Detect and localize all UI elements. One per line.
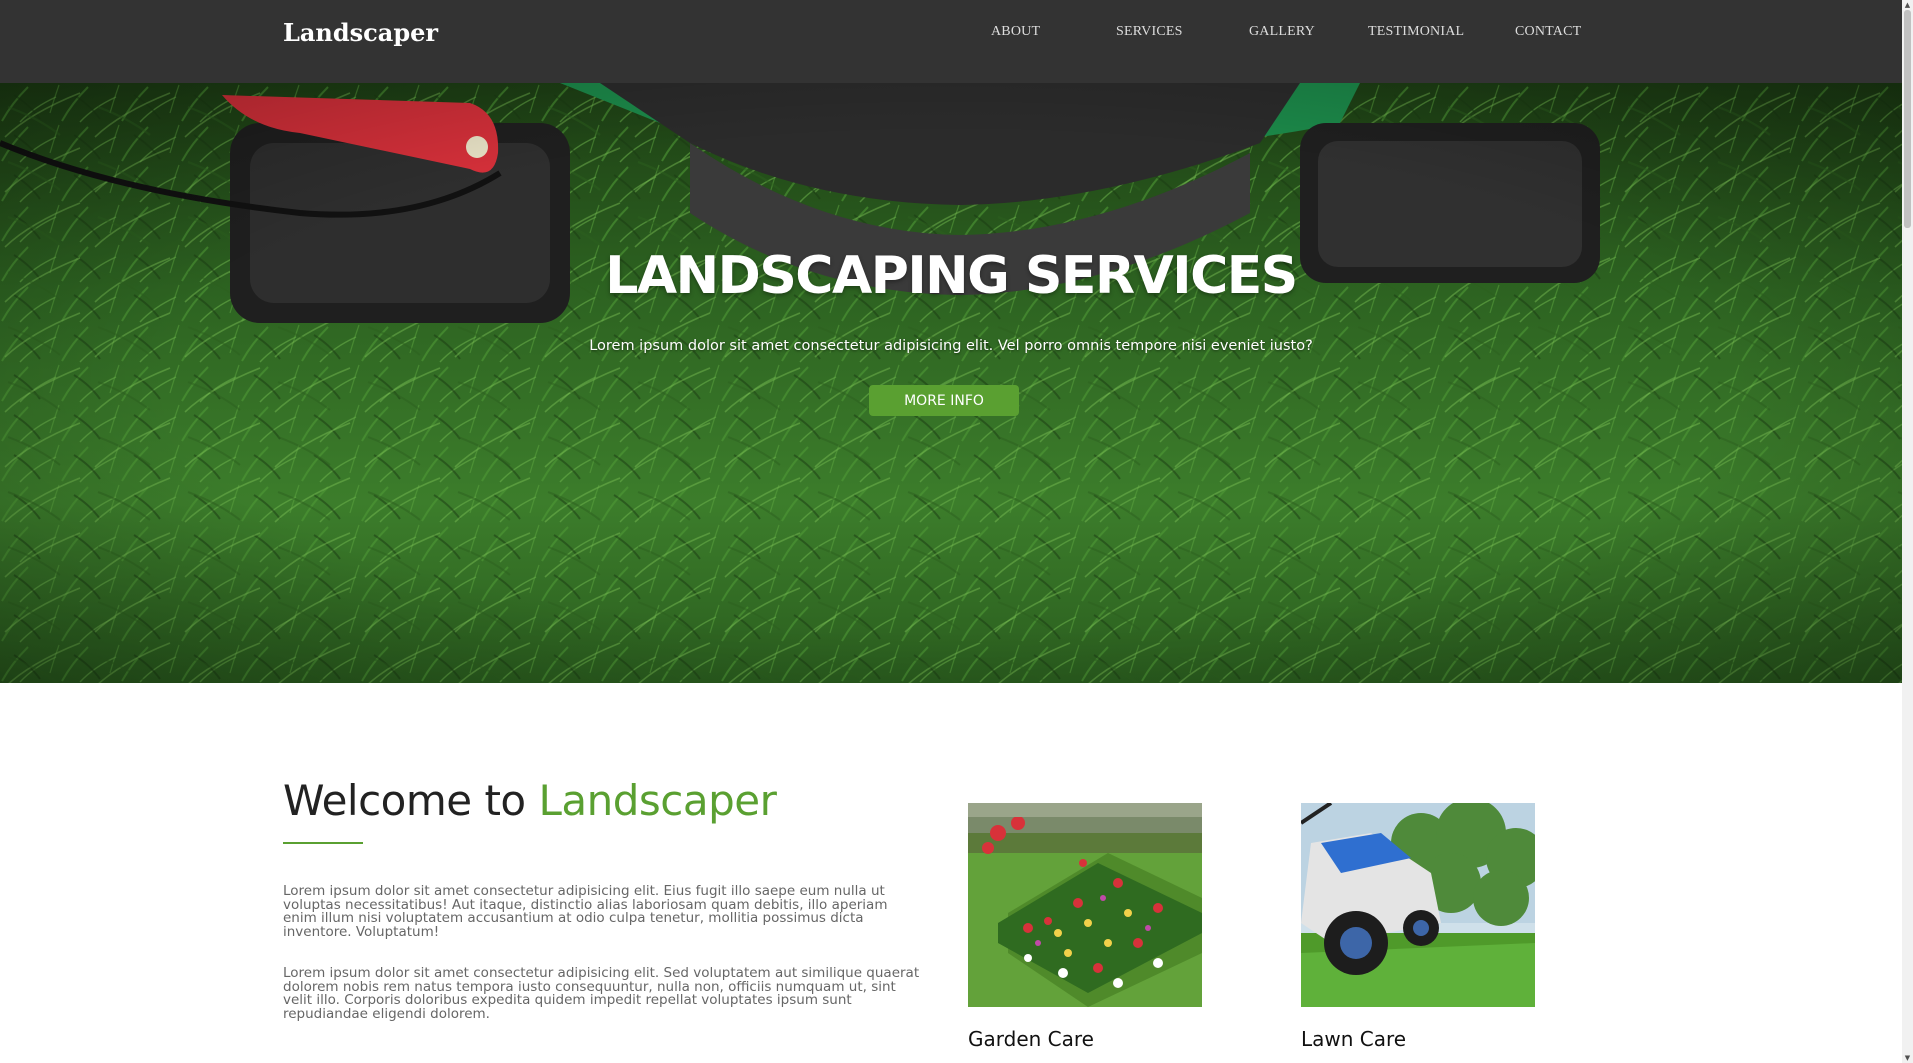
nav-link-contact[interactable]: CONTACT	[1515, 24, 1581, 40]
lawn-care-title[interactable]: Lawn Care	[1301, 1027, 1406, 1051]
page-scrollbar[interactable]: ▲ ▼	[1902, 0, 1913, 1063]
hero-title: LANDSCAPING SERVICES	[605, 246, 1298, 306]
scrollbar-thumb[interactable]	[1904, 10, 1911, 228]
nav-link-testimonial[interactable]: TESTIMONIAL	[1368, 24, 1464, 40]
welcome-heading: Welcome to Landscaper	[283, 776, 777, 825]
welcome-heading-prefix: Welcome to	[283, 776, 526, 825]
more-info-button[interactable]: MORE INFO	[869, 385, 1019, 416]
garden-care-image	[968, 803, 1202, 1007]
hero-lawnmower-grass-image	[0, 83, 1902, 683]
welcome-paragraph-2: Lorem ipsum dolor sit amet consectetur a…	[283, 965, 920, 1022]
hero-subtitle: Lorem ipsum dolor sit amet consectetur a…	[589, 338, 1313, 354]
brand-logo[interactable]: Landscaper	[283, 18, 438, 47]
scroll-down-arrow-icon[interactable]: ▼	[1902, 1053, 1913, 1063]
lawn-care-image	[1301, 803, 1535, 1007]
welcome-heading-accent: Landscaper	[538, 776, 777, 825]
welcome-paragraph-1: Lorem ipsum dolor sit amet consectetur a…	[283, 883, 888, 940]
heading-underline-divider	[283, 842, 363, 844]
nav-link-gallery[interactable]: GALLERY	[1249, 24, 1315, 40]
nav-link-about[interactable]: ABOUT	[991, 24, 1040, 40]
hero-banner: LANDSCAPING SERVICES Lorem ipsum dolor s…	[0, 83, 1902, 683]
garden-care-title[interactable]: Garden Care	[968, 1027, 1094, 1051]
nav-link-services[interactable]: SERVICES	[1116, 24, 1183, 40]
scroll-up-arrow-icon[interactable]: ▲	[1902, 0, 1913, 10]
top-navbar: Landscaper ABOUT SERVICES GALLERY TESTIM…	[0, 0, 1902, 83]
